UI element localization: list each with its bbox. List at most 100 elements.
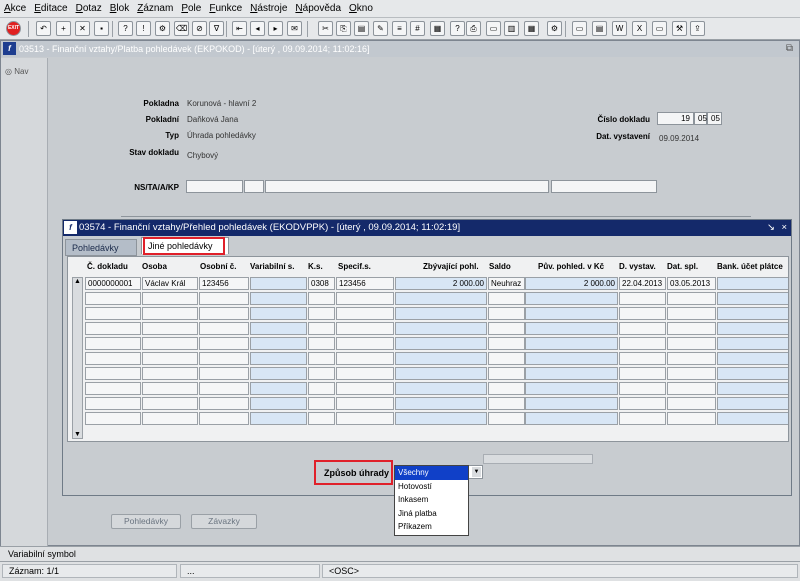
- empty-cell[interactable]: [142, 337, 198, 350]
- empty-cell[interactable]: [395, 307, 487, 320]
- empty-cell[interactable]: [525, 322, 618, 335]
- scroll-up-icon[interactable]: ▲: [74, 278, 81, 285]
- empty-cell[interactable]: [619, 322, 666, 335]
- window-icon[interactable]: ▭: [572, 21, 587, 36]
- empty-cell[interactable]: [336, 352, 394, 365]
- cell-bank-ucet[interactable]: [717, 277, 788, 290]
- empty-cell[interactable]: [142, 322, 198, 335]
- back-icon[interactable]: ↶: [36, 21, 51, 36]
- excel-icon[interactable]: X: [632, 21, 647, 36]
- cell-zbyvajici[interactable]: 2 000.00: [395, 277, 487, 290]
- empty-cell[interactable]: [667, 412, 716, 425]
- ta-field[interactable]: [244, 180, 264, 193]
- minimize-icon[interactable]: ↘: [767, 220, 775, 236]
- empty-cell[interactable]: [525, 397, 618, 410]
- funnel-icon[interactable]: ∇: [209, 21, 224, 36]
- empty-cell[interactable]: [525, 307, 618, 320]
- cell-dat-spl[interactable]: 03.05.2013: [667, 277, 716, 290]
- empty-cell[interactable]: [250, 412, 307, 425]
- calc-icon[interactable]: #: [410, 21, 425, 36]
- empty-cell[interactable]: [308, 337, 335, 350]
- empty-cell[interactable]: [308, 382, 335, 395]
- empty-cell[interactable]: [199, 322, 249, 335]
- empty-cell[interactable]: [525, 367, 618, 380]
- empty-cell[interactable]: [336, 307, 394, 320]
- empty-cell[interactable]: [199, 292, 249, 305]
- empty-cell[interactable]: [395, 367, 487, 380]
- empty-cell[interactable]: [619, 352, 666, 365]
- cell-saldo[interactable]: Neuhraz: [488, 277, 525, 290]
- prev-icon[interactable]: ◂: [250, 21, 265, 36]
- empty-cell[interactable]: [717, 367, 788, 380]
- empty-cell[interactable]: [336, 292, 394, 305]
- empty-cell[interactable]: [488, 292, 525, 305]
- cell-osoba[interactable]: Václav Král: [142, 277, 198, 290]
- empty-cell[interactable]: [667, 322, 716, 335]
- empty-cell[interactable]: [395, 337, 487, 350]
- option-jina-platba[interactable]: Jiná platba: [395, 507, 468, 521]
- cell-puvodni[interactable]: 2 000.00: [525, 277, 618, 290]
- empty-cell[interactable]: [395, 412, 487, 425]
- empty-cell[interactable]: [85, 337, 141, 350]
- empty-cell[interactable]: [667, 382, 716, 395]
- empty-cell[interactable]: [336, 412, 394, 425]
- empty-cell[interactable]: [142, 382, 198, 395]
- empty-cell[interactable]: [395, 322, 487, 335]
- empty-cell[interactable]: [85, 367, 141, 380]
- empty-cell[interactable]: [199, 337, 249, 350]
- exit-icon[interactable]: EXIT: [6, 21, 21, 36]
- empty-cell[interactable]: [717, 412, 788, 425]
- option-hotovosti[interactable]: Hotovostí: [395, 480, 468, 494]
- empty-cell[interactable]: [336, 322, 394, 335]
- empty-cell[interactable]: [395, 397, 487, 410]
- cell-doklad[interactable]: 0000000001: [85, 277, 141, 290]
- export-icon[interactable]: ⇪: [690, 21, 705, 36]
- empty-cell[interactable]: [525, 292, 618, 305]
- cell-osobni[interactable]: 123456: [199, 277, 249, 290]
- cancel-query-icon[interactable]: ⊘: [192, 21, 207, 36]
- empty-cell[interactable]: [717, 292, 788, 305]
- menu-funkce[interactable]: Funkce: [205, 3, 246, 14]
- empty-cell[interactable]: [199, 412, 249, 425]
- empty-cell[interactable]: [667, 292, 716, 305]
- empty-cell[interactable]: [488, 367, 525, 380]
- empty-cell[interactable]: [667, 397, 716, 410]
- empty-cell[interactable]: [142, 307, 198, 320]
- paste-icon[interactable]: ▤: [354, 21, 369, 36]
- first-icon[interactable]: ⇤: [232, 21, 247, 36]
- empty-cell[interactable]: [250, 307, 307, 320]
- cell-specif[interactable]: 123456: [336, 277, 394, 290]
- empty-cell[interactable]: [250, 367, 307, 380]
- option-vsechny[interactable]: Všechny: [395, 466, 468, 480]
- empty-cell[interactable]: [142, 292, 198, 305]
- print-icon[interactable]: ⎙: [466, 21, 481, 36]
- empty-cell[interactable]: [717, 397, 788, 410]
- empty-cell[interactable]: [250, 337, 307, 350]
- tab-pohledavky[interactable]: Pohledávky: [65, 239, 137, 256]
- zavazky-button[interactable]: Závazky: [191, 514, 257, 529]
- empty-cell[interactable]: [308, 292, 335, 305]
- option-inkasem[interactable]: Inkasem: [395, 493, 468, 507]
- empty-cell[interactable]: [142, 397, 198, 410]
- empty-cell[interactable]: [336, 397, 394, 410]
- empty-cell[interactable]: [488, 382, 525, 395]
- table-icon[interactable]: ▦: [524, 21, 539, 36]
- empty-cell[interactable]: [142, 367, 198, 380]
- empty-cell[interactable]: [308, 412, 335, 425]
- delete-record-icon[interactable]: ✕: [75, 21, 90, 36]
- menu-nastroje[interactable]: Nástroje: [246, 3, 291, 14]
- empty-cell[interactable]: [717, 322, 788, 335]
- grid-icon[interactable]: ▦: [430, 21, 445, 36]
- menu-dotaz[interactable]: Dotaz: [72, 3, 106, 14]
- cislo-dokladu-field-3[interactable]: 05: [707, 112, 722, 125]
- report-icon[interactable]: ▤: [592, 21, 607, 36]
- empty-cell[interactable]: [336, 337, 394, 350]
- empty-cell[interactable]: [308, 397, 335, 410]
- cislo-dokladu-field-2[interactable]: 05: [694, 112, 707, 125]
- next-icon[interactable]: ▸: [268, 21, 283, 36]
- restore-icon[interactable]: ⧉: [786, 41, 793, 57]
- menu-zaznam[interactable]: Záznam: [133, 3, 177, 14]
- menu-akce[interactable]: Akce: [0, 3, 30, 14]
- option-prikazem[interactable]: Příkazem: [395, 520, 468, 534]
- empty-cell[interactable]: [619, 397, 666, 410]
